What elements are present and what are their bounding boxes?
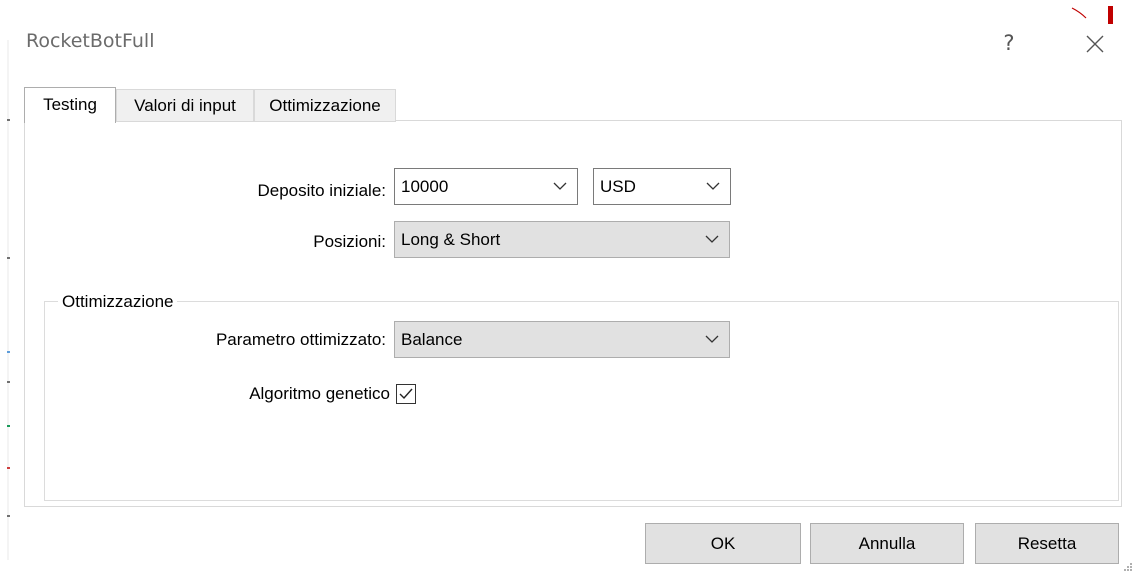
- chevron-down-icon: [706, 182, 720, 190]
- tab-input-values[interactable]: Valori di input: [116, 89, 254, 122]
- cancel-button[interactable]: Annulla: [810, 523, 964, 564]
- background-chart-edge: [7, 40, 10, 560]
- optimized-parameter-label: Parametro ottimizzato:: [215, 330, 386, 349]
- chevron-down-icon: [705, 335, 719, 343]
- chevron-down-icon: [553, 182, 567, 190]
- deposit-combobox[interactable]: 10000: [394, 168, 578, 205]
- tab-optimization[interactable]: Ottimizzazione: [254, 89, 396, 122]
- tab-testing[interactable]: Testing: [24, 87, 116, 123]
- deposit-label: Deposito iniziale:: [257, 181, 386, 200]
- background-chart-bar: [1108, 6, 1113, 24]
- optimization-group-legend: Ottimizzazione: [58, 292, 178, 312]
- genetic-algorithm-label: Algoritmo genetico: [249, 384, 390, 403]
- close-button[interactable]: [1072, 26, 1118, 62]
- checkmark-icon: [399, 388, 413, 400]
- title-bar: RocketBotFull ?: [0, 0, 1135, 78]
- close-icon: [1086, 35, 1104, 53]
- genetic-algorithm-checkbox[interactable]: [396, 384, 416, 404]
- positions-label: Posizioni:: [313, 232, 386, 251]
- help-button[interactable]: ?: [992, 28, 1026, 58]
- optimized-parameter-dropdown[interactable]: Balance: [394, 321, 730, 358]
- resize-grip-icon[interactable]: [1123, 562, 1133, 572]
- window-title: RocketBotFull: [26, 30, 155, 52]
- currency-combobox[interactable]: USD: [593, 168, 731, 205]
- positions-dropdown[interactable]: Long & Short: [394, 221, 730, 258]
- deposit-value: 10000: [401, 177, 449, 196]
- currency-value: USD: [600, 177, 636, 196]
- background-chart-curve: [1071, 7, 1087, 19]
- question-mark-icon: ?: [1003, 31, 1015, 55]
- chevron-down-icon: [705, 235, 719, 243]
- optimized-parameter-value: Balance: [401, 330, 463, 349]
- ok-button[interactable]: OK: [645, 523, 801, 564]
- reset-button[interactable]: Resetta: [975, 523, 1119, 564]
- positions-value: Long & Short: [401, 230, 501, 249]
